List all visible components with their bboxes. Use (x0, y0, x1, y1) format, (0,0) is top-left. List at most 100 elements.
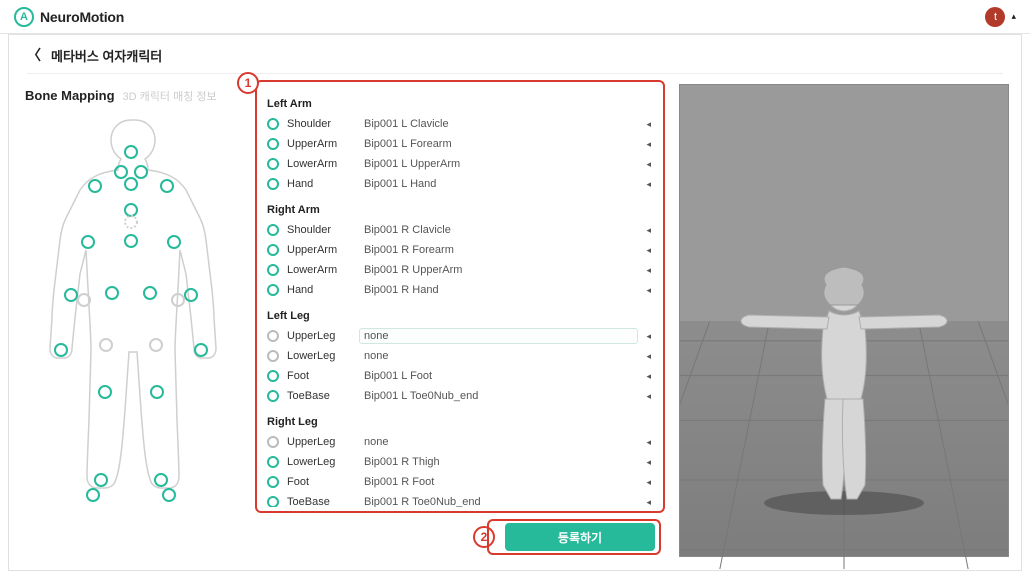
bone-row[interactable]: ShoulderBip001 L Clavicle◂ (263, 114, 655, 134)
joint-marker[interactable] (125, 204, 137, 216)
brand-logo-icon: A (14, 7, 34, 27)
bone-value-select[interactable]: none (359, 434, 638, 450)
chevron-left-icon: ◂ (646, 285, 651, 296)
bone-value-select[interactable]: Bip001 R Thigh (359, 454, 638, 470)
chevron-left-icon: ◂ (646, 437, 651, 448)
bone-label: LowerArm (287, 264, 351, 276)
bone-value-select[interactable]: Bip001 L Foot (359, 368, 638, 384)
bone-row[interactable]: ToeBaseBip001 L Toe0Nub_end◂ (263, 386, 655, 406)
bone-row[interactable]: LowerArmBip001 L UpperArm◂ (263, 154, 655, 174)
joint-marker[interactable] (106, 287, 118, 299)
joint-marker[interactable] (155, 474, 167, 486)
chevron-left-icon: ◂ (646, 245, 651, 256)
joint-marker[interactable] (87, 489, 99, 501)
joint-marker[interactable] (100, 339, 112, 351)
joint-marker[interactable] (195, 344, 207, 356)
joint-marker[interactable] (144, 287, 156, 299)
bone-row[interactable]: UpperArm Bip001 L Forearm ◂ (263, 134, 655, 154)
bone-group-title: Left Leg (267, 310, 655, 322)
joint-marker[interactable] (163, 489, 175, 501)
chevron-left-icon: ◂ (646, 497, 651, 508)
joint-marker[interactable] (161, 180, 173, 192)
bone-status-icon (267, 178, 279, 190)
bone-value-select[interactable]: Bip001 L Toe0Nub_end (359, 388, 638, 404)
bone-row[interactable]: Shoulder Bip001 R Clavicle ◂ (263, 220, 655, 240)
bone-value-select[interactable]: Bip001 R Hand (359, 282, 638, 298)
bone-label: Hand (287, 284, 351, 296)
chevron-left-icon: ◂ (646, 225, 651, 236)
bone-label: ToeBase (287, 390, 351, 402)
bone-row[interactable]: UpperLegnone◂ (263, 326, 655, 346)
bone-group-title: Right Leg (267, 416, 655, 428)
bone-status-icon (267, 118, 279, 130)
bone-label: Shoulder (287, 118, 351, 130)
bone-label: Shoulder (287, 224, 351, 236)
joint-marker[interactable] (168, 236, 180, 248)
bone-group-title: Right Arm (267, 204, 655, 216)
bone-status-icon (267, 158, 279, 170)
bone-value-select[interactable]: Bip001 R Toe0Nub_end (359, 494, 638, 507)
chevron-left-icon: ◂ (646, 351, 651, 362)
joint-marker[interactable] (125, 216, 137, 228)
bone-label: LowerLeg (287, 456, 351, 468)
brand: A NeuroMotion (14, 7, 124, 27)
joint-marker[interactable] (185, 289, 197, 301)
bone-row[interactable]: UpperLegnone◂ (263, 432, 655, 452)
bone-label: UpperArm (287, 138, 351, 150)
bone-row[interactable]: FootBip001 R Foot◂ (263, 472, 655, 492)
joint-marker[interactable] (115, 166, 127, 178)
joint-marker[interactable] (65, 289, 77, 301)
bone-value-select[interactable]: Bip001 R UpperArm (359, 262, 638, 278)
joint-marker[interactable] (82, 236, 94, 248)
user-menu[interactable]: t ▴ (985, 7, 1016, 27)
bone-row[interactable]: LowerLegnone◂ (263, 346, 655, 366)
bone-status-icon (267, 244, 279, 256)
bone-value-select[interactable]: Bip001 R Foot (359, 474, 638, 490)
bone-value-select[interactable]: Bip001 R Clavicle (359, 222, 638, 238)
bone-value-select[interactable]: Bip001 L UpperArm (359, 156, 638, 172)
bone-status-icon (267, 284, 279, 296)
chevron-left-icon: ◂ (646, 331, 651, 342)
joint-marker[interactable] (99, 386, 111, 398)
register-button[interactable]: 등록하기 (505, 523, 655, 551)
chevron-left-icon: ◂ (646, 371, 651, 382)
bone-status-icon (267, 330, 279, 342)
viewport-3d[interactable] (679, 84, 1009, 557)
section-title: Bone Mapping (25, 88, 115, 103)
bone-row[interactable]: LowerArmBip001 R UpperArm◂ (263, 260, 655, 280)
bone-value-select[interactable]: Bip001 R Forearm (359, 242, 638, 258)
breadcrumb-title: 메타버스 여자캐릭터 (51, 46, 162, 65)
joint-marker[interactable] (55, 344, 67, 356)
avatar: t (985, 7, 1005, 27)
chevron-left-icon: ◂ (646, 179, 651, 190)
joint-marker[interactable] (135, 166, 147, 178)
character-model (729, 265, 959, 525)
joint-marker[interactable] (125, 146, 137, 158)
bone-status-icon (267, 138, 279, 150)
bone-status-icon (267, 436, 279, 448)
bone-value-select[interactable]: none (359, 348, 638, 364)
joint-marker[interactable] (150, 339, 162, 351)
bone-mapping-list[interactable]: Left ArmShoulderBip001 L Clavicle◂UpperA… (261, 86, 659, 507)
bone-status-icon (267, 456, 279, 468)
bone-value-select[interactable]: Bip001 L Hand (359, 176, 638, 192)
joint-marker[interactable] (95, 474, 107, 486)
joint-marker[interactable] (151, 386, 163, 398)
bone-value-select[interactable]: none (359, 328, 638, 344)
bone-row[interactable]: HandBip001 L Hand◂ (263, 174, 655, 194)
back-icon[interactable]: 〈 (27, 45, 41, 65)
bone-value-select[interactable]: Bip001 L Forearm (359, 136, 638, 152)
bone-row[interactable]: Hand Bip001 R Hand ◂ (263, 280, 655, 300)
chevron-left-icon: ◂ (646, 139, 651, 150)
joint-marker[interactable] (125, 178, 137, 190)
bone-label: ToeBase (287, 496, 351, 507)
bone-row[interactable]: LowerLegBip001 R Thigh◂ (263, 452, 655, 472)
joint-marker[interactable] (125, 235, 137, 247)
bone-value-select[interactable]: Bip001 L Clavicle (359, 116, 638, 132)
bone-row[interactable]: UpperArmBip001 R Forearm◂ (263, 240, 655, 260)
joint-marker[interactable] (89, 180, 101, 192)
bone-row[interactable]: ToeBase Bip001 R Toe0Nub_end ◂ (263, 492, 655, 507)
bone-row[interactable]: FootBip001 L Foot◂ (263, 366, 655, 386)
bone-status-icon (267, 370, 279, 382)
bone-status-icon (267, 264, 279, 276)
